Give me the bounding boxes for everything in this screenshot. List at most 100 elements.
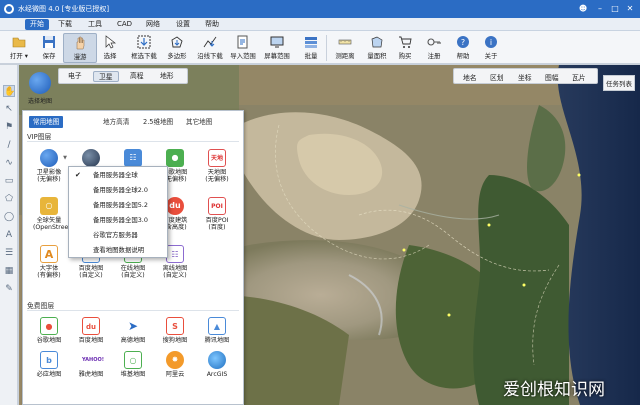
bubble-icon: ○ [124,351,142,369]
map-item-name: 离线地图 [162,265,188,272]
map-item-name: 百度POI [205,217,229,224]
tab-map-sheet[interactable]: 图幅 [545,72,559,82]
toolbar: 打开 ▾ 保存 漫游 选择 框选下载 多边形 沿线下载 导入范围 屏幕范围 批量… [0,31,640,64]
box-download-button[interactable]: 框选下载 [127,33,161,63]
folder-icon [12,37,26,48]
select-button[interactable]: 选择 [93,33,127,63]
rectangle-tool-icon[interactable]: ▭ [3,175,15,187]
font-a-icon: A [40,245,58,263]
menu-item-label: 查看地图数据说明 [93,246,145,254]
close-icon[interactable]: ✕ [624,3,636,15]
section-divider [27,141,239,142]
pan-button[interactable]: 漫游 [63,33,97,63]
menu-item-backup-global-2[interactable]: 备用服务器全球2.0 [69,184,167,197]
batch-label: 批量 [304,52,318,60]
toolbar-divider [326,35,327,61]
map-item-tianditu[interactable]: 天地 天地图 (无偏移) [201,149,233,189]
globe-icon [29,72,51,94]
screen-range-button[interactable]: 屏幕范围 [260,33,294,63]
polygon-button[interactable]: 多边形 [160,33,194,63]
pan-tool-icon[interactable]: ✋ [3,85,15,97]
open-label: 打开 ▾ [9,52,29,60]
text-tool-icon[interactable]: A [3,229,15,241]
globe-blue-icon [40,149,58,167]
map-item-bing[interactable]: b 必应地图 [33,351,65,391]
map-item-large-font[interactable]: A 大字体 (有偏移) [33,245,65,285]
circle-tool-icon[interactable]: ◯ [3,211,15,223]
menu-settings[interactable]: 设置 [171,19,195,30]
menu-cad[interactable]: CAD [112,19,137,30]
tencent-icon: ▲ [208,317,226,335]
user-icon[interactable]: ☻ [577,3,589,15]
tab-districts[interactable]: 区划 [490,72,504,82]
tab-tiles[interactable]: 瓦片 [572,72,586,82]
tab-local-hd[interactable]: 地方高清 [99,116,133,128]
menu-help[interactable]: 帮助 [200,19,224,30]
tab-elevation[interactable]: 高程 [125,71,149,82]
map-item-sub: (自定义) [79,272,103,279]
watermark: 爱创根知识网 [503,380,605,400]
section-divider [27,310,239,311]
menu-download[interactable]: 下载 [53,19,77,30]
poi-icon: POI [208,197,226,215]
tab-common-maps[interactable]: 常用地图 [29,116,64,128]
help-icon: ? [457,36,469,48]
pan-label: 漫游 [73,53,87,61]
batch-button[interactable]: 批量 [294,33,328,63]
grid-tool-icon[interactable]: ▦ [3,265,15,277]
import-range-button[interactable]: 导入范围 [226,33,260,63]
import-range-label: 导入范围 [230,52,256,60]
tab-electronic[interactable]: 电子 [63,71,87,82]
map-item-name: 必应地图 [36,371,62,378]
edit-tool-icon[interactable]: ✎ [3,283,15,295]
map-item-baidu-poi[interactable]: POI 百度POI (百度) [201,197,233,237]
area-icon [371,36,383,48]
cart-icon [399,36,412,48]
select-tool-icon[interactable]: ↖ [3,103,15,115]
menu-item-backup-global[interactable]: ✔ 备用服务器全球 [69,169,167,182]
task-list-button[interactable]: 任务列表 [603,75,635,91]
map-item-arcgis[interactable]: ArcGIS [201,351,233,391]
polygon-tool-icon[interactable]: ⬠ [3,193,15,205]
chevron-down-icon[interactable]: ▼ [62,155,68,161]
aliyun-icon: ✸ [166,351,184,369]
polyline-tool-icon[interactable]: ∿ [3,157,15,169]
map-item-aliyun[interactable]: ✸ 阿里云 [159,351,191,391]
menu-network[interactable]: 网络 [141,19,165,30]
about-button[interactable]: i 关于 [474,33,508,63]
map-item-name: 雅虎地图 [78,371,104,378]
map-item-yahoo[interactable]: YAHOO! 雅虎地图 [75,351,107,391]
map-item-global-vector[interactable]: ○ 全球矢量 (OpenStreet) [33,197,73,237]
map-source-label: 选择地图 [27,98,52,105]
tab-2-5d-maps[interactable]: 2.5维地图 [139,116,177,128]
map-item-satellite[interactable]: ▼ 卫星影像 (无偏移) [33,149,68,189]
key-icon [427,38,441,46]
minimize-icon[interactable]: – [594,3,606,15]
menu-item-backup-national-5-2[interactable]: 备用服务器全国5.2 [69,199,167,212]
open-button[interactable]: 打开 ▾ [2,33,36,63]
tab-terrain[interactable]: 地形 [155,71,179,82]
line-tool-icon[interactable]: ∕ [3,139,15,151]
tab-other-maps[interactable]: 其它地图 [182,116,216,128]
menu-item-backup-national-3[interactable]: 备用服务器全国3.0 [69,214,167,227]
tab-place-names[interactable]: 地名 [463,72,477,82]
map-source-selector[interactable]: 选择地图 [24,72,56,108]
maximize-icon[interactable]: □ [609,3,621,15]
app-logo-icon [4,4,14,14]
marker-tool-icon[interactable]: ⚑ [3,121,15,133]
map-item-name: ArcGIS [206,371,228,378]
screen-range-icon [270,36,284,48]
save-button[interactable]: 保存 [32,33,66,63]
measure-distance-button[interactable]: 测距离 [328,33,362,63]
map-item-bubble[interactable]: ○ 堆基地图 [117,351,149,391]
layers-tool-icon[interactable]: ☰ [3,247,15,259]
tab-satellite[interactable]: 卫星 [93,71,119,82]
menu-item-map-data-info[interactable]: 查看地图数据说明 [69,244,167,257]
line-download-button[interactable]: 沿线下载 [193,33,227,63]
menu-item-google-official[interactable]: 谷歌官方服务器 [69,229,167,242]
menu-tools[interactable]: 工具 [83,19,107,30]
map-item-name: 谷歌地图 [36,337,62,344]
menu-start[interactable]: 开始 [25,19,49,30]
checkmark-icon: ✔ [75,171,81,179]
tab-coordinates[interactable]: 坐标 [518,72,532,82]
